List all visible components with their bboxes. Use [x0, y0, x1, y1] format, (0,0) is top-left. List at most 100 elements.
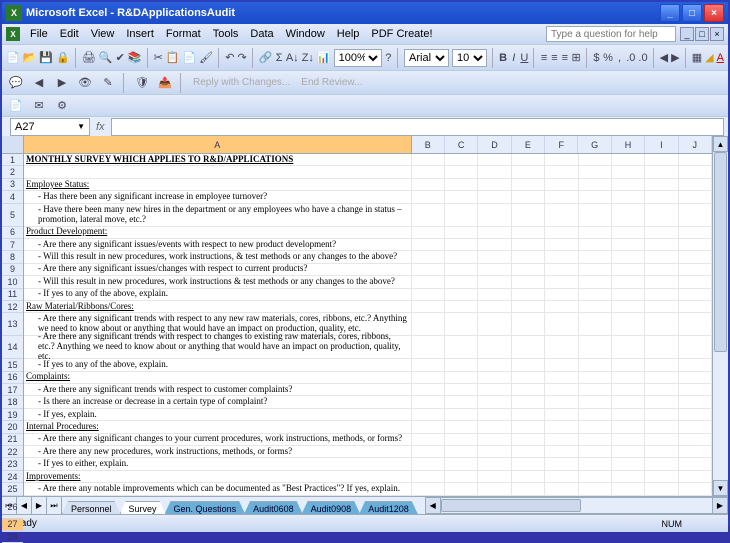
format-painter-icon[interactable]: 🖌 — [199, 48, 213, 68]
pdf-create-icon[interactable]: 📄 — [6, 96, 26, 116]
sheet-tab[interactable]: Audit0908 — [302, 501, 361, 514]
align-left-icon[interactable]: ≡ — [540, 48, 547, 68]
cell[interactable] — [412, 313, 445, 335]
cell[interactable] — [445, 166, 478, 177]
show-comment-icon[interactable]: 👁 — [75, 73, 95, 93]
cell[interactable] — [512, 458, 545, 469]
cell[interactable] — [545, 227, 578, 238]
cell[interactable] — [579, 204, 612, 226]
scroll-left-icon[interactable]: ◀ — [425, 497, 441, 514]
cell[interactable] — [612, 421, 645, 432]
cell[interactable] — [445, 251, 478, 262]
print-icon[interactable]: 🖨 — [82, 48, 96, 68]
horizontal-scrollbar[interactable]: ◀ ▶ — [425, 497, 728, 514]
row-header[interactable]: 23 — [2, 458, 23, 470]
table-row[interactable]: - Have there been many new hires in the … — [24, 204, 712, 227]
cell[interactable] — [679, 409, 712, 420]
cell[interactable] — [445, 446, 478, 457]
cell[interactable] — [545, 359, 578, 370]
menu-file[interactable]: File — [24, 26, 54, 42]
row-header[interactable]: 6 — [2, 227, 23, 239]
redo-icon[interactable]: ↷ — [238, 48, 247, 68]
tab-nav-button[interactable]: ⏭ — [47, 497, 62, 514]
cell[interactable] — [579, 289, 612, 300]
bold-icon[interactable]: B — [499, 48, 507, 68]
cell[interactable] — [645, 301, 678, 312]
cell[interactable] — [512, 384, 545, 395]
cell[interactable] — [612, 372, 645, 383]
sort-desc-icon[interactable]: Z↓ — [302, 48, 314, 68]
scroll-thumb[interactable] — [714, 152, 727, 352]
menu-help[interactable]: Help — [331, 26, 366, 42]
row-header[interactable]: 25 — [2, 483, 23, 495]
cell[interactable] — [679, 191, 712, 202]
cell[interactable] — [512, 239, 545, 250]
permission-icon[interactable]: 🔒 — [56, 48, 70, 68]
cell[interactable] — [679, 336, 712, 358]
col-header-E[interactable]: E — [512, 136, 545, 153]
cell[interactable] — [545, 446, 578, 457]
doc-icon[interactable]: X — [6, 27, 20, 41]
cell[interactable] — [612, 289, 645, 300]
cell[interactable] — [645, 421, 678, 432]
maximize-button[interactable]: □ — [682, 4, 702, 22]
font-select[interactable]: Arial — [404, 49, 449, 67]
hscroll-track[interactable] — [441, 497, 712, 514]
cell[interactable] — [512, 336, 545, 358]
cell[interactable] — [445, 471, 478, 482]
cell[interactable] — [412, 458, 445, 469]
cell[interactable] — [612, 483, 645, 494]
cell[interactable] — [612, 471, 645, 482]
table-row[interactable] — [24, 166, 712, 178]
align-right-icon[interactable]: ≡ — [561, 48, 568, 68]
pdf-mail-icon[interactable]: ✉ — [29, 96, 49, 116]
cell[interactable] — [412, 301, 445, 312]
vertical-scrollbar[interactable]: ▲ ▼ — [712, 136, 728, 496]
cell[interactable] — [478, 421, 511, 432]
cell[interactable] — [545, 276, 578, 287]
copy-icon[interactable]: 📋 — [166, 48, 180, 68]
cell[interactable] — [612, 154, 645, 165]
row-header[interactable]: 21 — [2, 434, 23, 446]
row-header[interactable]: 9 — [2, 264, 23, 276]
cell[interactable] — [679, 251, 712, 262]
scroll-track[interactable] — [713, 152, 728, 480]
increase-indent-icon[interactable]: ▶ — [671, 48, 679, 68]
row-header[interactable]: 15 — [2, 359, 23, 371]
cell[interactable] — [612, 166, 645, 177]
row-header[interactable]: 22 — [2, 446, 23, 458]
cell[interactable] — [478, 179, 511, 190]
cell[interactable] — [512, 251, 545, 262]
cell[interactable] — [645, 359, 678, 370]
wb-minimize[interactable]: _ — [680, 27, 694, 41]
cell[interactable] — [545, 264, 578, 275]
cell[interactable] — [645, 313, 678, 335]
menu-edit[interactable]: Edit — [54, 26, 85, 42]
cell[interactable] — [512, 227, 545, 238]
percent-icon[interactable]: % — [603, 48, 613, 68]
cell[interactable] — [412, 289, 445, 300]
cell[interactable] — [612, 301, 645, 312]
row-header[interactable]: 28 — [2, 531, 23, 543]
share-icon[interactable]: 📤 — [155, 73, 175, 93]
cell[interactable] — [512, 409, 545, 420]
cell[interactable] — [478, 191, 511, 202]
cell[interactable] — [412, 409, 445, 420]
cell[interactable] — [579, 301, 612, 312]
cell[interactable] — [579, 227, 612, 238]
cell[interactable] — [679, 483, 712, 494]
save-icon[interactable]: 💾 — [39, 48, 53, 68]
cell[interactable] — [412, 276, 445, 287]
table-row[interactable]: Improvements: — [24, 471, 712, 483]
underline-icon[interactable]: U — [520, 48, 528, 68]
cell[interactable] — [412, 204, 445, 226]
col-header-H[interactable]: H — [612, 136, 645, 153]
cell[interactable] — [579, 396, 612, 407]
preview-icon[interactable]: 🔍 — [99, 48, 113, 68]
cell[interactable] — [512, 154, 545, 165]
cell[interactable] — [612, 384, 645, 395]
cell[interactable] — [412, 372, 445, 383]
cell[interactable] — [679, 313, 712, 335]
cell[interactable] — [579, 483, 612, 494]
cell[interactable] — [412, 264, 445, 275]
